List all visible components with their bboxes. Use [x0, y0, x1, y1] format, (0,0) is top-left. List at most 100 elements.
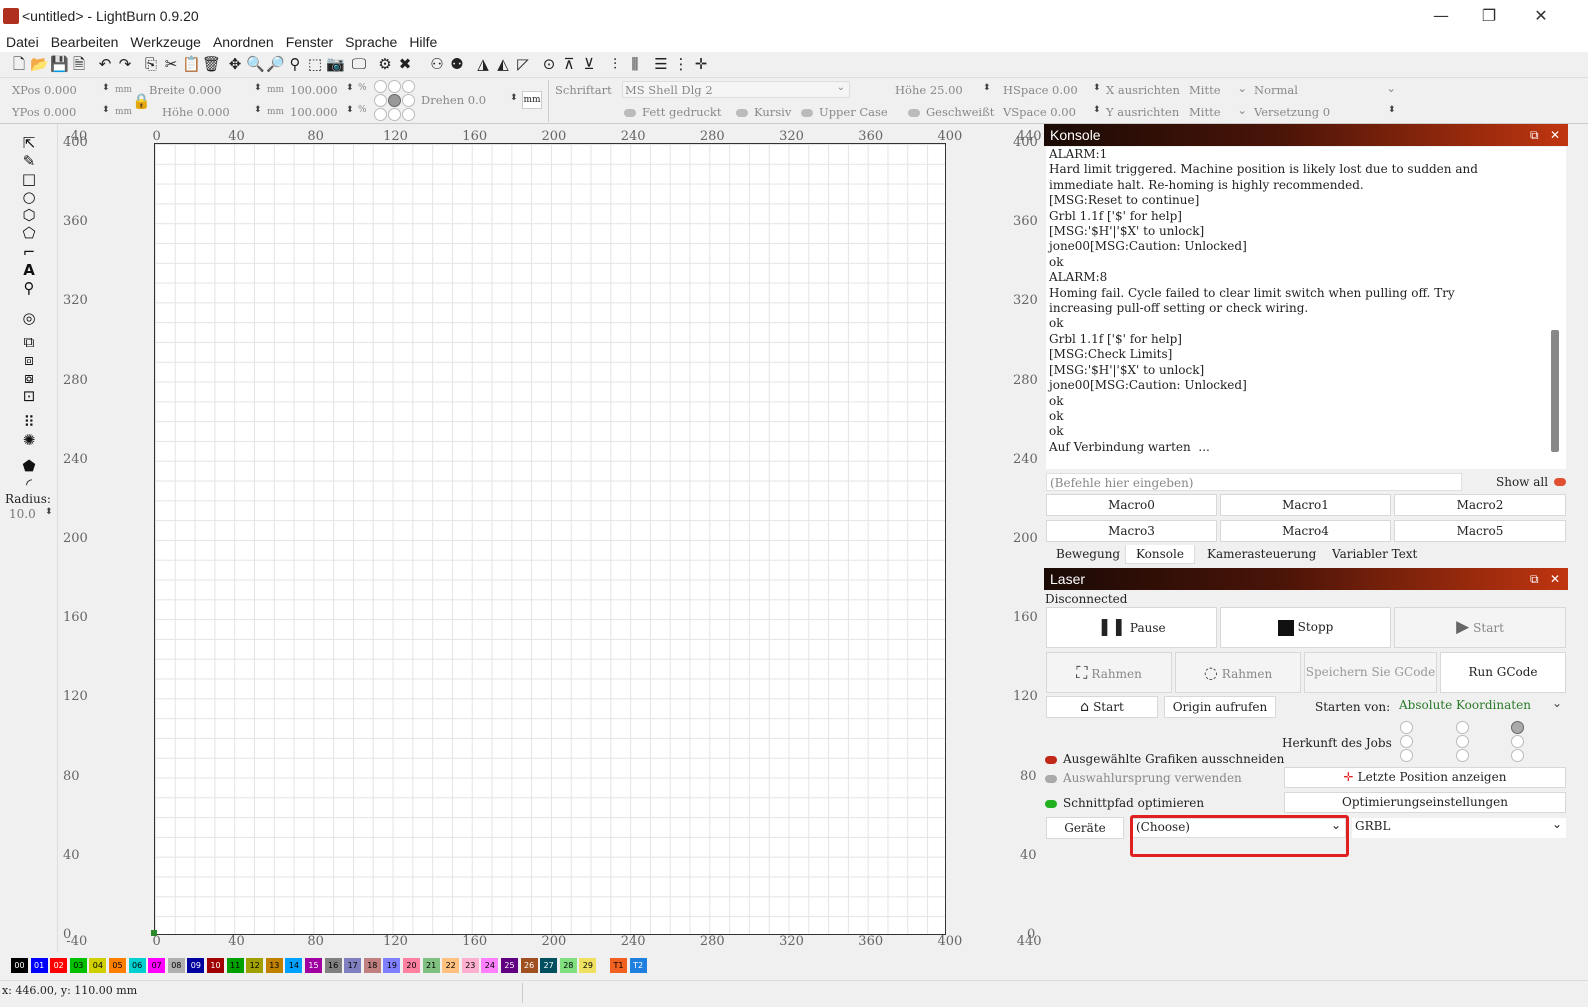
settings-icon[interactable]: ⚙ — [376, 55, 394, 73]
work-area-grid[interactable] — [154, 143, 946, 935]
boolean-diff-icon[interactable]: ⧈ — [19, 351, 39, 369]
cut-icon[interactable]: ✂ — [162, 55, 180, 73]
macro4-button[interactable]: Macro4 — [1220, 520, 1391, 542]
float-panel-icon[interactable]: ⧉ — [1530, 568, 1539, 590]
color-swatch-18[interactable]: 18 — [363, 958, 381, 973]
optimization-settings-button[interactable]: Optimierungseinstellungen — [1284, 792, 1566, 813]
color-swatch-01[interactable]: 01 — [30, 958, 48, 973]
ellipse-tool-icon[interactable]: ○ — [19, 188, 39, 206]
zoom-out-icon[interactable]: 🔎 — [266, 55, 285, 73]
start-button[interactable]: ▶ Start — [1394, 607, 1566, 648]
pause-button[interactable]: ❚❚ Pause — [1046, 607, 1217, 648]
radius-spinner-icon[interactable]: ⬍ — [45, 507, 53, 517]
paste-icon[interactable]: 📋 — [182, 55, 201, 73]
show-all-toggle[interactable] — [1554, 478, 1566, 486]
color-swatch-15[interactable]: 15 — [305, 958, 322, 973]
color-swatch-02[interactable]: 02 — [50, 958, 68, 973]
show-last-position-button[interactable]: ✛ Letzte Position anzeigen — [1284, 767, 1566, 788]
color-swatch-10[interactable]: 10 — [207, 958, 224, 973]
zoom-fit-icon[interactable]: ⚲ — [286, 55, 304, 73]
stopp-button[interactable]: Stopp — [1220, 607, 1391, 648]
zoom-in-icon[interactable]: 🔍 — [246, 55, 265, 73]
menu-fenster[interactable]: Fenster — [286, 32, 333, 52]
versetzung-spinner-icon[interactable]: ⬍ — [1388, 105, 1396, 115]
scale-y-field[interactable]: 100.000 — [290, 105, 338, 119]
macro1-button[interactable]: Macro1 — [1220, 494, 1391, 516]
color-swatch-26[interactable]: 26 — [520, 958, 538, 973]
color-swatch-19[interactable]: 19 — [383, 958, 401, 973]
copy-icon[interactable]: ⎘ — [142, 55, 160, 73]
devices-button[interactable]: Geräte — [1046, 817, 1124, 839]
geschweisst-toggle[interactable]: Geschweißt — [908, 105, 994, 119]
firmware-select[interactable]: GRBL ⌄ — [1352, 817, 1566, 838]
text-tool-icon[interactable]: A — [19, 261, 39, 279]
tab-variabler-text[interactable]: Variabler Text — [1322, 545, 1427, 564]
redo-icon[interactable]: ↷ — [116, 55, 134, 73]
vspace-field[interactable]: VSpace 0.00 — [1003, 105, 1076, 119]
rotate-shape-icon[interactable]: ⬟ — [19, 457, 39, 475]
move-icon[interactable]: ✥ — [226, 55, 244, 73]
color-swatch-28[interactable]: 28 — [559, 958, 577, 973]
anchor-grid-icon[interactable] — [374, 80, 416, 122]
color-swatch-08[interactable]: 08 — [167, 958, 185, 973]
align-center-icon[interactable]: ⊙ — [540, 55, 558, 73]
run-gcode-button[interactable]: Run GCode — [1440, 652, 1566, 693]
scale-y-spinner-icon[interactable]: ⬍ — [346, 105, 354, 115]
drehen-spinner-icon[interactable]: ⬍ — [510, 93, 518, 103]
fett-toggle[interactable]: Fett gedruckt — [624, 105, 722, 119]
unit-toggle-button[interactable]: mm — [522, 91, 542, 109]
select-tool-icon[interactable]: ⇱ — [19, 134, 39, 152]
tools-icon[interactable]: ✖ — [396, 55, 414, 73]
scale-x-field[interactable]: 100.000 — [290, 83, 338, 97]
drehen-field[interactable]: Drehen 0.0 — [421, 93, 486, 107]
close-button[interactable]: ✕ — [1518, 4, 1564, 28]
save-as-icon[interactable]: 🗎 — [70, 55, 88, 73]
align-bottom-icon[interactable]: ⊻ — [580, 55, 598, 73]
crosshair-icon[interactable]: ✛ — [692, 55, 710, 73]
frame-rect-button[interactable]: ⛶ Rahmen — [1046, 652, 1172, 693]
job-origin-grid[interactable] — [1400, 720, 1530, 764]
ungroup-icon[interactable]: ⚉ — [448, 55, 466, 73]
ypos-field[interactable]: YPos 0.000 — [12, 105, 76, 119]
color-swatch-14[interactable]: 14 — [285, 958, 303, 973]
menu-hilfe[interactable]: Hilfe — [409, 32, 437, 52]
macro3-button[interactable]: Macro3 — [1046, 520, 1217, 542]
color-swatch-27[interactable]: 27 — [540, 958, 558, 973]
rectangle-tool-icon[interactable]: □ — [19, 170, 39, 188]
color-swatch-07[interactable]: 07 — [148, 958, 166, 973]
color-swatch-24[interactable]: 24 — [481, 958, 499, 973]
xpos-field[interactable]: XPos 0.000 — [12, 83, 77, 97]
boolean-intersect-icon[interactable]: ⧇ — [19, 369, 39, 387]
offset-tool-icon[interactable]: ◎ — [19, 309, 39, 327]
distribute-v-icon[interactable]: ⫼ — [626, 55, 644, 73]
upper-case-toggle[interactable]: Upper Case — [801, 105, 888, 119]
color-swatch-12[interactable]: 12 — [246, 958, 264, 973]
spacing-icon[interactable]: ⋮ — [672, 55, 690, 73]
minimize-button[interactable]: — — [1418, 4, 1464, 28]
optimize-path-toggle[interactable]: Schnittpfad optimieren — [1045, 796, 1204, 810]
color-swatch-04[interactable]: 04 — [89, 958, 107, 973]
color-swatch-11[interactable]: 11 — [226, 958, 244, 973]
color-swatch-05[interactable]: 05 — [109, 958, 126, 973]
new-file-icon[interactable]: 🗋 — [10, 55, 28, 73]
ypos-spinner-icon[interactable]: ⬍ — [102, 105, 110, 115]
color-swatch-T1[interactable]: T1 — [610, 958, 627, 973]
mirror-icon[interactable]: ◭ — [494, 55, 512, 73]
tab-kamerasteuerung[interactable]: Kamerasteuerung — [1197, 545, 1326, 564]
console-command-input[interactable]: (Befehle hier eingeben) — [1046, 473, 1462, 491]
color-swatch-03[interactable]: 03 — [69, 958, 87, 973]
arrange-icon[interactable]: ☰ — [652, 55, 670, 73]
hoehe-field[interactable]: Höhe 0.000 — [162, 105, 230, 119]
font-select[interactable]: MS Shell Dlg 2 ⌄ — [622, 81, 850, 98]
breite-field[interactable]: Breite 0.000 — [149, 83, 221, 97]
monitor-icon[interactable]: 🖵 — [350, 55, 368, 73]
console-output[interactable]: ALARM:1 Hard limit triggered. Machine pos… — [1046, 147, 1566, 469]
cut-selected-toggle[interactable]: Ausgewählte Grafiken ausschneiden — [1045, 752, 1284, 766]
edit-nodes-icon[interactable]: ✎ — [19, 152, 39, 170]
hoehe-spinner-icon[interactable]: ⬍ — [254, 105, 262, 115]
hspace-spinner-icon[interactable]: ⬍ — [1093, 83, 1101, 93]
menu-anordnen[interactable]: Anordnen — [213, 32, 274, 52]
menu-sprache[interactable]: Sprache — [345, 32, 397, 52]
float-panel-icon[interactable]: ⧉ — [1530, 124, 1539, 146]
delete-icon[interactable]: 🗑 — [202, 55, 221, 73]
